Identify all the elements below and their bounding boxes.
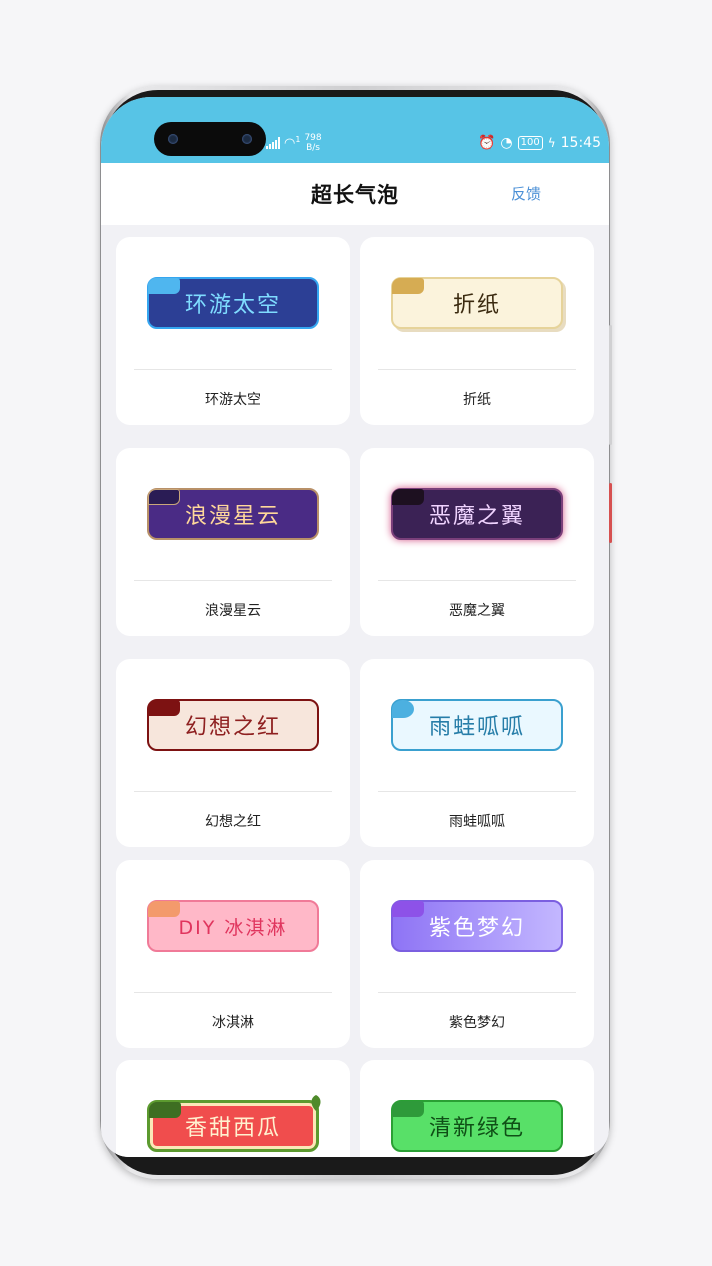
bubble-name: 雨蛙呱呱 xyxy=(449,814,505,830)
power-button xyxy=(609,483,612,543)
bubble-card[interactable]: 紫色梦幻 紫色梦幻 xyxy=(360,860,594,1048)
wifi-badge: 1 xyxy=(295,134,301,144)
front-camera xyxy=(154,122,266,156)
bubble-card[interactable]: DIY 冰淇淋 冰淇淋 xyxy=(116,860,350,1048)
page-title: 超长气泡 xyxy=(311,183,399,207)
bubble-name: 环游太空 xyxy=(205,392,261,408)
volume-button xyxy=(609,325,612,445)
bubble-preview: 紫色梦幻 xyxy=(391,900,563,952)
app-header: 超长气泡 反馈 xyxy=(101,163,609,225)
network-speed: 798 B/s xyxy=(304,133,322,153)
charging-icon: ϟ xyxy=(547,136,556,150)
bubble-name: 冰淇淋 xyxy=(212,1015,254,1031)
bubble-preview: 浪漫星云 xyxy=(147,488,319,540)
bubble-preview: 恶魔之翼 xyxy=(391,488,563,540)
gauge-icon: ◔ xyxy=(500,135,513,151)
bubble-card[interactable]: 香甜西瓜 xyxy=(116,1060,350,1157)
bubble-card[interactable]: 环游太空 环游太空 xyxy=(116,237,350,425)
bubble-preview: DIY 冰淇淋 xyxy=(147,900,319,952)
wifi-icon: ◠ xyxy=(284,135,296,151)
bubble-card[interactable]: 恶魔之翼 恶魔之翼 xyxy=(360,448,594,636)
bubble-card[interactable]: 折纸 折纸 xyxy=(360,237,594,425)
bubble-preview: 雨蛙呱呱 xyxy=(391,699,563,751)
bubble-card[interactable]: 浪漫星云 浪漫星云 xyxy=(116,448,350,636)
bubble-name: 折纸 xyxy=(463,392,491,408)
bubble-preview: 清新绿色 xyxy=(391,1100,563,1152)
bubble-card[interactable]: 雨蛙呱呱 雨蛙呱呱 xyxy=(360,659,594,847)
feedback-link[interactable]: 反馈 xyxy=(511,183,541,204)
leaf-icon xyxy=(311,1095,321,1111)
battery-indicator: 100 xyxy=(517,136,543,150)
cell-signal-icon xyxy=(266,137,280,149)
bubble-name: 幻想之红 xyxy=(205,814,261,830)
bubble-preview: 折纸 xyxy=(391,277,563,329)
phone-screen: ◠ 1 798 B/s ⏰ ◔ 100 ϟ 15:45 超长气泡 反馈 环游太空 … xyxy=(101,97,609,1157)
camera-lens-icon xyxy=(168,134,178,144)
bubble-preview: 香甜西瓜 xyxy=(147,1095,321,1152)
bubble-card[interactable]: 清新绿色 xyxy=(360,1060,594,1157)
bubble-card[interactable]: 幻想之红 幻想之红 xyxy=(116,659,350,847)
bubble-preview: 幻想之红 xyxy=(147,699,319,751)
bubble-preview: 环游太空 xyxy=(147,277,319,329)
camera-lens-icon xyxy=(242,134,252,144)
bubble-name: 紫色梦幻 xyxy=(449,1015,505,1031)
bubble-name: 浪漫星云 xyxy=(205,603,261,619)
bubble-name: 恶魔之翼 xyxy=(449,603,505,619)
clock: 15:45 xyxy=(560,135,601,151)
alarm-icon: ⏰ xyxy=(477,135,496,151)
status-bar: ◠ 1 798 B/s ⏰ ◔ 100 ϟ 15:45 xyxy=(101,97,609,163)
